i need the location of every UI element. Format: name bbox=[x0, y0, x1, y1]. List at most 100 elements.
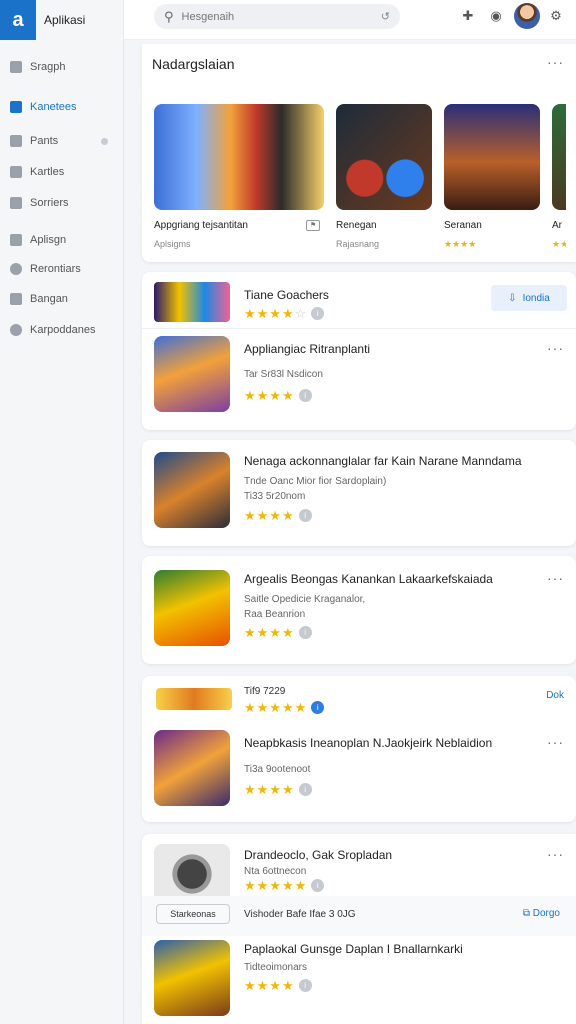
sidebar-item-7[interactable]: Bangan bbox=[0, 288, 124, 310]
shield-icon[interactable]: ◉ bbox=[488, 8, 504, 24]
info-icon: i bbox=[298, 783, 312, 796]
box-icon bbox=[10, 293, 22, 305]
flag-icon[interactable]: ⚑ bbox=[306, 220, 320, 231]
game-thumbnail bbox=[336, 104, 432, 210]
app-subtitle: Saitle Opedicie Kraganalor, bbox=[244, 594, 366, 605]
game-logo bbox=[156, 688, 232, 710]
more-options-icon[interactable]: ··· bbox=[547, 54, 564, 70]
plus-icon[interactable]: ✚ bbox=[460, 8, 476, 24]
gear-icon[interactable]: ⚙ bbox=[548, 8, 564, 24]
sidebar-item-6[interactable]: Rerontiars bbox=[0, 258, 124, 280]
app-title: Argealis Beongas Kanankan Lakaarkefskaia… bbox=[244, 572, 493, 586]
gear-icon bbox=[10, 324, 22, 336]
sidebar-item-label: Kanetees bbox=[30, 101, 77, 113]
featured-subtitle: Rajasnang bbox=[336, 239, 380, 249]
featured-title: Seranan bbox=[444, 220, 482, 231]
game-logo: Starkeonas bbox=[156, 904, 230, 924]
featured-rating: ★★★★ bbox=[444, 239, 477, 249]
sidebar-item-3[interactable]: Kartles bbox=[0, 161, 124, 183]
sidebar-item-4[interactable]: Sorriers bbox=[0, 192, 124, 214]
search-input[interactable] bbox=[181, 10, 362, 23]
sidebar-item-label: Pants bbox=[30, 135, 59, 147]
star-rating: ★★★★ i bbox=[244, 782, 312, 798]
avatar[interactable] bbox=[514, 3, 540, 29]
app-icon[interactable] bbox=[154, 452, 230, 528]
featured-title: Ar bbox=[552, 220, 562, 231]
section-title: Nadargslaian bbox=[152, 56, 235, 72]
star-rating: ★★★★★ i bbox=[244, 700, 325, 716]
app-card-1: Tiane Goachers ★★★★☆ i ⇩ Iondia Appliangia… bbox=[142, 272, 576, 430]
featured-item-3[interactable]: Ar ★★ bbox=[552, 104, 566, 250]
featured-item-2[interactable]: Seranan ★★★★ bbox=[444, 104, 540, 250]
app-subtitle: Raa Beanrion bbox=[244, 609, 306, 620]
featured-item-1[interactable]: Renegan Rajasnang bbox=[336, 104, 432, 249]
app-card-2: Nenaga ackonnanglalar far Kain Narane Ma… bbox=[142, 440, 576, 546]
promo-text: Vishoder Bafe Ifae 3 0JG bbox=[244, 909, 356, 920]
game-logo bbox=[154, 282, 230, 322]
sidebar-item-label: Rerontiars bbox=[30, 263, 81, 275]
app-card-3: Argealis Beongas Kanankan Lakaarkefskaia… bbox=[142, 556, 576, 664]
app-title: Nenaga ackonnanglalar far Kain Narane Ma… bbox=[244, 454, 522, 468]
status-dot-icon bbox=[101, 137, 108, 145]
more-options-icon[interactable]: ··· bbox=[547, 570, 564, 586]
search-bar[interactable]: ⚲ ↺ bbox=[154, 4, 400, 29]
app-icon[interactable] bbox=[154, 844, 230, 904]
sidebar-item-8[interactable]: Karpoddanes bbox=[0, 319, 124, 341]
app-icon[interactable] bbox=[154, 336, 230, 412]
game-thumbnail bbox=[444, 104, 540, 210]
star-rating: ★★★★ i bbox=[244, 388, 312, 404]
sidebar-item-label: Aplisgn bbox=[30, 234, 67, 246]
sidebar-item-label: Sorriers bbox=[30, 197, 69, 209]
star-rating: ★★★★☆ i bbox=[244, 306, 325, 322]
refresh-icon[interactable]: ↺ bbox=[381, 10, 390, 23]
more-options-icon[interactable]: ··· bbox=[547, 734, 564, 750]
featured-rating: ★★ bbox=[552, 239, 566, 249]
install-button[interactable]: ⇩ Iondia bbox=[491, 285, 567, 311]
sidebar-item-5[interactable]: Aplisgn bbox=[0, 229, 124, 251]
clock-icon bbox=[10, 263, 22, 275]
sidebar-item-label: Kartles bbox=[30, 166, 65, 178]
folder-icon bbox=[10, 197, 22, 209]
app-title: Paplaokal Gunsge Daplan I Bnallarnkarki bbox=[244, 942, 463, 956]
search-icon: ⚲ bbox=[164, 8, 174, 24]
list-icon bbox=[10, 135, 22, 147]
game-thumbnail bbox=[154, 104, 324, 210]
app-subtitle: Ti3a 9ootenoot bbox=[244, 764, 311, 775]
app-card-5: Drandeoclo, Gak Sropladan Nta 6ottnecon … bbox=[142, 834, 576, 1024]
shield-icon bbox=[10, 234, 22, 246]
app-subtitle: Tar Sr83l Nsdicon bbox=[244, 369, 323, 380]
app-icon[interactable] bbox=[154, 570, 230, 646]
download-icon: ⇩ bbox=[508, 292, 517, 304]
sidebar-item-2[interactable]: Pants bbox=[0, 130, 124, 152]
open-link[interactable]: Dok bbox=[546, 690, 564, 701]
featured-title: Renegan bbox=[336, 220, 377, 231]
more-options-icon[interactable]: ··· bbox=[547, 340, 564, 356]
grid-icon bbox=[10, 61, 22, 73]
sidebar-item-0[interactable]: Sragph bbox=[0, 56, 124, 78]
info-icon: i bbox=[298, 389, 312, 402]
app-title: Appliangiac Ritranplanti bbox=[244, 342, 371, 356]
promo-strip: Starkeonas Vishoder Bafe Ifae 3 0JG ⧉ Do… bbox=[142, 896, 576, 936]
brand[interactable]: a Aplikasi bbox=[0, 0, 123, 40]
star-rating: ★★★★ i bbox=[244, 508, 312, 524]
featured-item-0[interactable]: Appgriang tejsantitan Aplsigms ⚑ bbox=[154, 104, 324, 249]
sidebar-item-label: Karpoddanes bbox=[30, 324, 96, 336]
sidebar-item-label: Sragph bbox=[30, 61, 66, 73]
sidebar-item-label: Bangan bbox=[30, 293, 68, 305]
info-icon: i bbox=[298, 626, 312, 639]
app-icon[interactable] bbox=[154, 940, 230, 1016]
bookmark-icon bbox=[10, 101, 22, 113]
featured-title: Appgriang tejsantitan bbox=[154, 220, 248, 231]
app-icon[interactable] bbox=[154, 730, 230, 806]
sidebar-item-1[interactable]: Kanetees bbox=[0, 96, 124, 118]
app-title: Neapbkasis Ineanoplan N.Jaokjeirk Neblai… bbox=[244, 736, 493, 750]
app-subtitle: Ti33 5r20nom bbox=[244, 491, 306, 502]
promo-link[interactable]: ⧉ Dorgo bbox=[523, 908, 560, 919]
app-subtitle: Tnde Oanc Mior fior Sardoplain) bbox=[244, 476, 387, 487]
app-title: Tiane Goachers bbox=[244, 288, 329, 302]
more-options-icon[interactable]: ··· bbox=[547, 846, 564, 862]
app-logo-icon: a bbox=[0, 0, 36, 40]
star-rating: ★★★★ i bbox=[244, 978, 312, 994]
app-title: Drandeoclo, Gak Sropladan bbox=[244, 848, 393, 862]
featured-subtitle: Aplsigms bbox=[154, 239, 191, 249]
